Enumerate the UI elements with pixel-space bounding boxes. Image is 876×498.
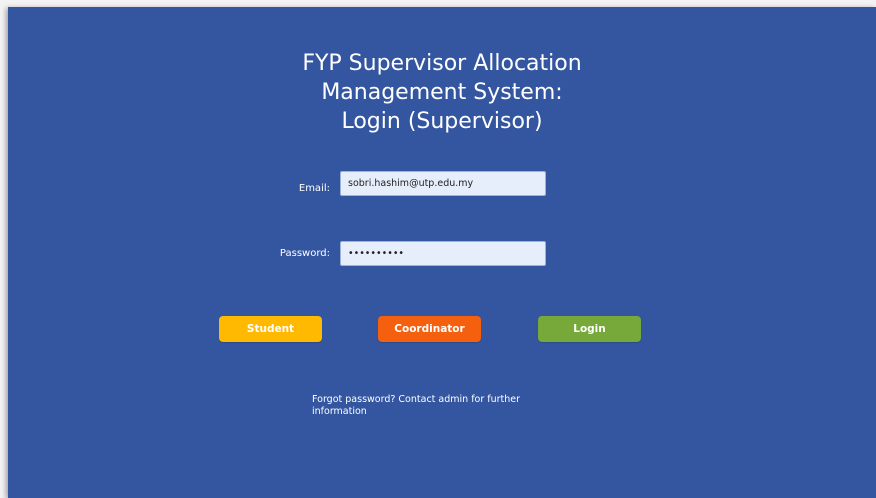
email-label: Email: — [298, 183, 330, 194]
login-panel: FYP Supervisor Allocation Management Sys… — [8, 7, 876, 498]
title-line-2: Management System: — [321, 80, 563, 105]
title-line-3: Login (Supervisor) — [341, 109, 543, 134]
email-field[interactable] — [340, 171, 546, 196]
password-label: Password: — [279, 248, 330, 259]
password-field[interactable] — [340, 241, 546, 266]
coordinator-button[interactable]: Coordinator — [378, 316, 481, 342]
page-title: FYP Supervisor Allocation Management Sys… — [8, 49, 876, 136]
login-button[interactable]: Login — [538, 316, 641, 342]
student-button[interactable]: Student — [219, 316, 322, 342]
forgot-password-note: Forgot password? Contact admin for furth… — [312, 394, 521, 417]
title-line-1: FYP Supervisor Allocation — [302, 51, 582, 76]
